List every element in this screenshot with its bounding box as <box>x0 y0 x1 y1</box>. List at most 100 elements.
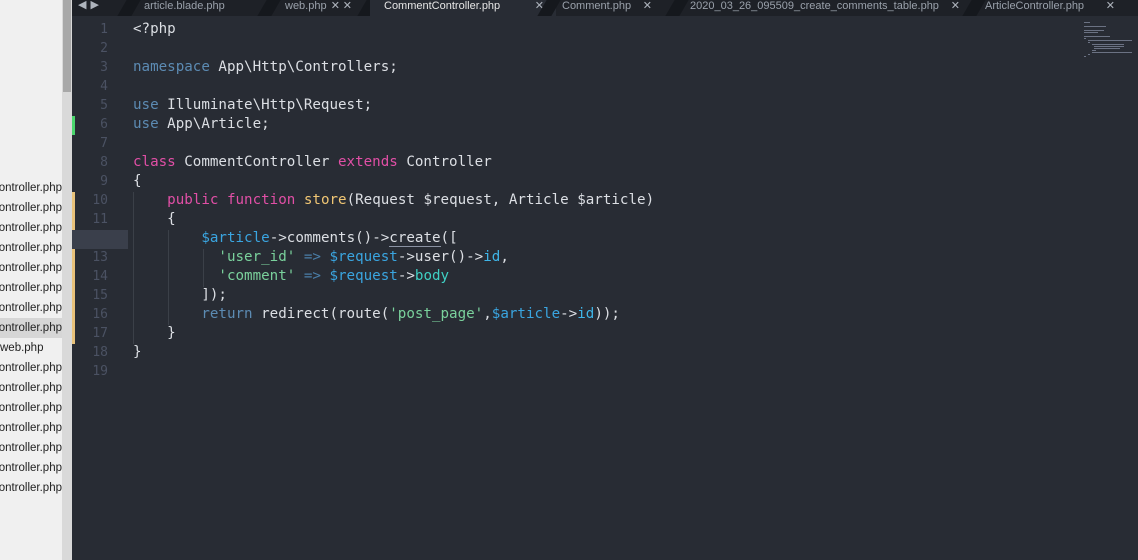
tab-migration[interactable]: 2020_03_26_095509_create_comments_table.… <box>690 0 960 16</box>
code-line-12[interactable]: $article->comments()->create([ <box>133 229 458 248</box>
tab-separator <box>665 0 689 16</box>
code-token: $article <box>201 230 270 246</box>
tab-label: article.blade.php <box>144 0 225 12</box>
sidebar-file-label: Controller.php <box>0 442 62 454</box>
code-token: 'comment' <box>218 268 296 284</box>
code-token: $article <box>491 306 561 322</box>
line-number: 16 <box>92 307 108 322</box>
code-token: CommentController <box>175 154 339 170</box>
code-token: (Request <box>346 192 424 208</box>
code-token: -> <box>397 268 415 284</box>
sidebar-file-label: RegistrationController.php <box>0 462 62 474</box>
code-token: body <box>414 268 450 284</box>
sidebar-scroll-thumb[interactable] <box>63 0 71 92</box>
code-line-16[interactable]: return redirect(route('post_page',$artic… <box>133 305 620 324</box>
code-token: namespace <box>133 59 210 75</box>
code-token: store <box>303 192 347 208</box>
sidebar-file-item[interactable]: UserController.php <box>0 378 62 398</box>
code-token: redirect(route( <box>252 306 390 322</box>
code-token: )); <box>594 306 620 322</box>
sidebar-file-item[interactable]: LoginController.php <box>0 298 62 318</box>
tab-separator <box>117 0 141 16</box>
sidebar-file-item[interactable]: AdminController.php <box>0 478 62 498</box>
sidebar-file-label: TagController.php <box>0 402 62 414</box>
code-line-5[interactable]: use Illuminate\Http\Request; <box>133 96 372 115</box>
code-line-10[interactable]: public function store(Request $request, … <box>133 191 654 210</box>
sidebar-file-item[interactable]: ConfirmPasswordController.php <box>0 258 62 278</box>
code-line-8[interactable]: class CommentController extends Controll… <box>133 153 492 172</box>
sidebar-file-label: PostController.php <box>0 362 62 374</box>
code-token: 'post_page' <box>389 306 484 322</box>
code-line-1[interactable]: <?php <box>133 20 176 39</box>
close-icon[interactable]: ✕ <box>1106 0 1115 12</box>
line-number: 1 <box>100 22 108 37</box>
tab-label: ArticleController.php <box>985 0 1085 12</box>
sidebar-scrollbar[interactable] <box>62 0 72 560</box>
code-line-18[interactable]: } <box>133 343 142 362</box>
code-token: Illuminate\Http\Request; <box>158 97 373 113</box>
close-icon[interactable]: ✕ <box>643 0 652 12</box>
sidebar-file-item[interactable]: TagController.php <box>0 398 62 418</box>
code-token: create <box>389 230 441 247</box>
close-icon[interactable]: ✕ <box>343 0 352 12</box>
code-token: } <box>133 344 142 360</box>
sidebar-file-item[interactable]: web.php <box>0 338 62 358</box>
tab-article-controller[interactable]: ArticleController.php ✕ <box>985 0 1115 16</box>
sidebar-file-item[interactable]: ResetPasswordController.php <box>0 198 62 218</box>
code-line-15[interactable]: ]); <box>133 286 227 305</box>
code-token: extends <box>338 154 398 170</box>
code-line-9[interactable]: { <box>133 172 142 191</box>
sidebar-file-label: CategoryController.php <box>0 422 62 434</box>
sidebar-file-item[interactable]: CategoryController.php <box>0 418 62 438</box>
code-token: ([ <box>440 230 458 246</box>
tab-web[interactable]: web.php ✕ <box>285 0 352 16</box>
code-line-13[interactable]: 'user_id' => $request->user()->id, <box>133 248 508 267</box>
sidebar-file-item[interactable]: Controller.php <box>0 438 62 458</box>
code-token: App\Article; <box>158 116 270 132</box>
code-token: <?php <box>133 21 176 37</box>
code-line-17[interactable]: } <box>133 324 176 343</box>
code-token: id <box>483 249 501 265</box>
code-token: return <box>201 306 253 322</box>
line-number: 15 <box>92 288 108 303</box>
tab-comment-controller[interactable]: CommentController.php ✕ <box>370 0 556 16</box>
code-line-11[interactable]: { <box>133 210 176 229</box>
code-token: id <box>577 306 595 322</box>
sidebar-file-label: ConfirmPasswordController.php <box>0 262 62 274</box>
sidebar-file-item[interactable]: RegistrationController.php <box>0 458 62 478</box>
code-line-6[interactable]: use App\Article; <box>133 115 270 134</box>
sidebar-file-label: ArticleController.php <box>0 222 62 234</box>
code-token: { <box>167 211 176 227</box>
code-token: use <box>133 97 159 113</box>
code-token: use <box>133 116 159 132</box>
code-token: , Article <box>491 192 578 208</box>
sidebar-file-label: ResetPasswordController.php <box>0 202 62 214</box>
code-token: App\Http\Controllers; <box>209 59 398 75</box>
line-number: 14 <box>92 269 108 284</box>
sidebar-file-label: HomeController.php <box>0 242 62 254</box>
sidebar-file-item[interactable]: ArticleController.php <box>0 218 62 238</box>
code-token: comments()-> <box>286 230 390 246</box>
tab-bar: ◀▶ article.blade.php ✕ web.php ✕ Comment… <box>72 0 1138 16</box>
minimap[interactable] <box>1084 22 1134 58</box>
back-arrow-icon[interactable]: ◀ <box>78 0 90 11</box>
code-line-3[interactable]: namespace App\Http\Controllers; <box>133 58 398 77</box>
code-token: class <box>133 154 176 170</box>
code-line-14[interactable]: 'comment' => $request->body <box>133 267 449 286</box>
line-number: 4 <box>100 79 108 94</box>
sidebar-file-item[interactable]: HomeController.php <box>0 238 62 258</box>
sidebar-file-item[interactable]: CommentController.php <box>0 318 62 338</box>
close-icon[interactable]: ✕ <box>951 0 960 12</box>
line-number: 5 <box>100 98 108 113</box>
line-number: 18 <box>92 345 108 360</box>
sidebar-file-item[interactable]: VerificationController.php <box>0 278 62 298</box>
sidebar-file-item[interactable]: ForgotPasswordController.php <box>0 178 62 198</box>
forward-arrow-icon[interactable]: ▶ <box>90 0 102 11</box>
sidebar-file-item[interactable]: PostController.php <box>0 358 62 378</box>
code-editor[interactable]: ◀▶ article.blade.php ✕ web.php ✕ Comment… <box>72 0 1138 560</box>
line-number: 13 <box>92 250 108 265</box>
line-number: 2 <box>100 41 108 56</box>
tab-label: web.php <box>285 0 327 12</box>
sidebar-file-label: web.php <box>0 342 44 354</box>
tab-comment[interactable]: Comment.php ✕ <box>562 0 652 16</box>
